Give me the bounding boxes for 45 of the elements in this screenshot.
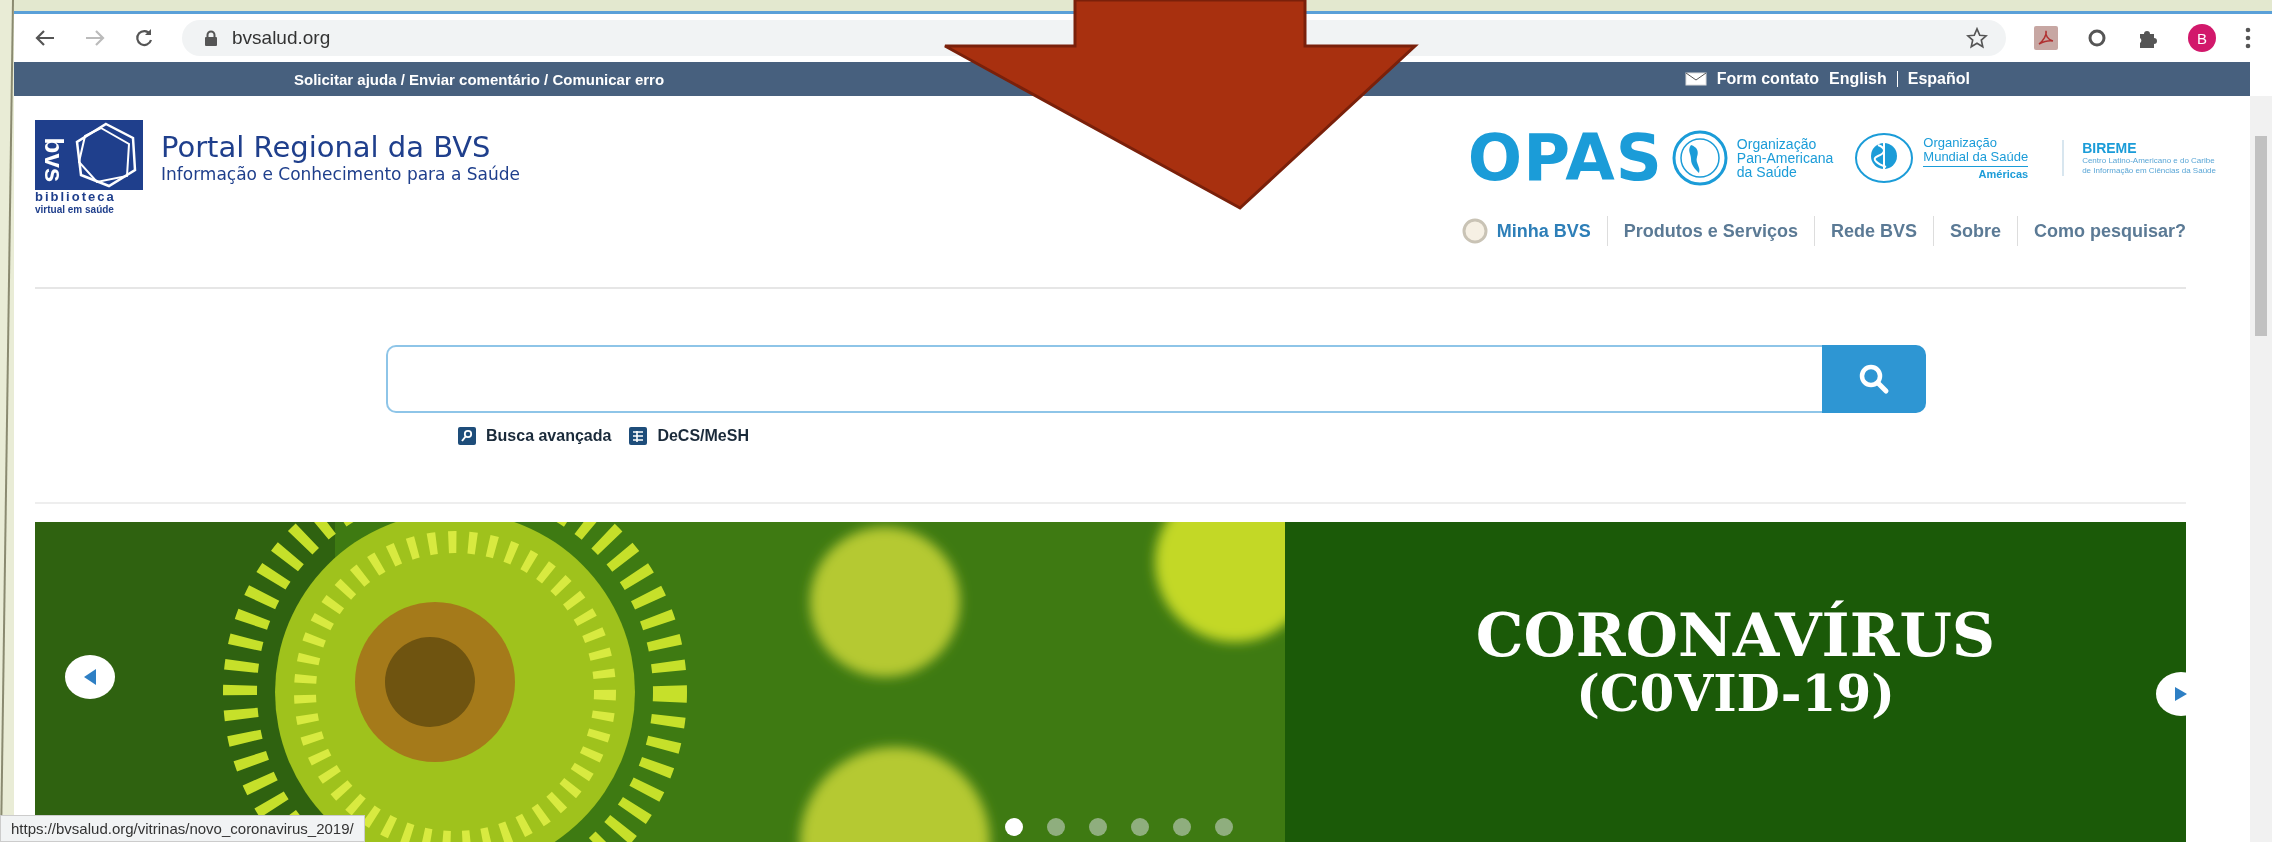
- paho-name: Organização Pan-Americana da Saúde: [1736, 137, 1834, 179]
- search-tool-link[interactable]: Busca avançada: [458, 427, 612, 445]
- globe-emblem-icon: [1670, 129, 1729, 187]
- pdf-icon[interactable]: [2034, 26, 2058, 50]
- forward-icon[interactable]: [84, 29, 106, 47]
- triangle-right-icon: [2174, 686, 2188, 702]
- triangle-left-icon: [82, 668, 98, 686]
- lock-icon: [204, 30, 218, 46]
- bireme-description: Centro Latino-Americano e do Caribe de Informação em Ciências da Saúde: [2082, 156, 2216, 176]
- logo-caption: biblioteca: [35, 190, 116, 204]
- status-url: https://bvsalud.org/vitrinas/novo_coronavirus_2019/: [0, 815, 365, 842]
- star-icon[interactable]: [1966, 27, 1988, 49]
- ring-icon[interactable]: [2086, 27, 2108, 49]
- ring-icon: [1460, 217, 1489, 245]
- search-field[interactable]: [386, 345, 1822, 413]
- who-name: Organização Mundial da Saúde: [1923, 135, 2029, 167]
- site-subtitle: Informação e Conhecimento para a Saúde: [161, 164, 520, 184]
- profile-avatar[interactable]: B: [2188, 24, 2216, 52]
- who-emblem-icon: [1853, 131, 1916, 185]
- search-icon: [1857, 362, 1891, 396]
- bireme-name: BIREME: [2082, 140, 2138, 156]
- who-region: Américas: [1977, 166, 2029, 181]
- list-icon: [629, 427, 648, 445]
- language-link[interactable]: Español: [1907, 70, 1970, 88]
- search-tool-link[interactable]: DeCS/MeSH: [629, 427, 749, 445]
- nav-link[interactable]: Minha BVS: [1444, 217, 1607, 245]
- language-link[interactable]: English: [1829, 70, 1887, 88]
- url-text: bvsalud.org: [232, 27, 332, 49]
- envelope-icon: [1684, 72, 1707, 86]
- site-title[interactable]: Portal Regional da BVS: [161, 130, 520, 164]
- nav-link[interactable]: Rede BVS: [1814, 220, 1933, 242]
- nav-link[interactable]: Como pesquisar?: [2017, 220, 2186, 242]
- banner-subtitle: (C0VID-19): [1576, 667, 1895, 721]
- bvs-logo-mark: bvs: [35, 120, 143, 190]
- nav-link[interactable]: Produtos e Serviços: [1607, 220, 1814, 242]
- menu-icon[interactable]: [2244, 26, 2252, 50]
- reload-icon[interactable]: [134, 28, 154, 48]
- magnifier-icon: [458, 427, 476, 445]
- scrollbar[interactable]: [2250, 96, 2272, 842]
- search-button[interactable]: [1822, 345, 1926, 413]
- contact-link[interactable]: Form contato: [1716, 70, 1819, 88]
- nav-link[interactable]: Sobre: [1933, 220, 2017, 242]
- help-links[interactable]: Solicitar ajuda / Enviar comentário / Comunicar erro: [294, 70, 665, 88]
- back-icon[interactable]: [34, 29, 56, 47]
- logo-caption: virtual em saúde: [35, 204, 114, 215]
